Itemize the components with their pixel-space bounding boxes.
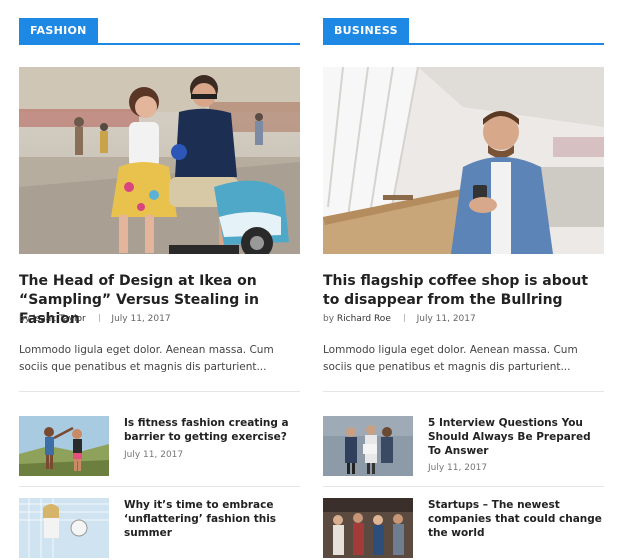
divider <box>19 391 300 392</box>
list-item-title[interactable]: 5 Interview Questions You Should Always … <box>428 416 604 458</box>
list-item-date: July 11, 2017 <box>124 450 184 460</box>
divider <box>323 391 604 392</box>
list-item[interactable]: Is fitness fashion creating a barrier to… <box>19 416 300 478</box>
featured-meta-fashion: by Isaac Taylor July 11, 2017 <box>19 314 171 324</box>
fashion-column: FASHION The Head of Design at Ikea on “S… <box>19 0 300 558</box>
post-date: July 11, 2017 <box>111 314 171 324</box>
list-item-date: July 11, 2017 <box>428 463 488 473</box>
divider <box>323 486 604 487</box>
list-item-title[interactable]: Startups – The newest companies that cou… <box>428 498 604 540</box>
list-item-title[interactable]: Why it’s time to embrace ‘unflattering’ … <box>124 498 300 540</box>
featured-meta-business: by Richard Roe July 11, 2017 <box>323 314 476 324</box>
section-header-business: BUSINESS <box>323 0 604 45</box>
featured-image-business[interactable] <box>323 67 604 254</box>
featured-image-fashion[interactable] <box>19 67 300 254</box>
post-date: July 11, 2017 <box>416 314 476 324</box>
list-item[interactable]: 5 Interview Questions You Should Always … <box>323 416 604 478</box>
meta-separator <box>403 314 405 322</box>
featured-excerpt-business: Lommodo ligula eget dolor. Aenean massa.… <box>323 344 578 373</box>
section-divider <box>19 43 300 45</box>
list-thumbnail[interactable] <box>19 416 109 476</box>
list-thumbnail[interactable] <box>323 416 413 476</box>
section-tag-business[interactable]: BUSINESS <box>323 18 409 44</box>
featured-title-business[interactable]: This flagship coffee shop is about to di… <box>323 272 604 310</box>
author-link[interactable]: Richard Roe <box>337 314 391 324</box>
section-header-fashion: FASHION <box>19 0 300 45</box>
list-thumbnail[interactable] <box>323 498 413 558</box>
list-item[interactable]: Startups – The newest companies that cou… <box>323 498 604 560</box>
by-label: by <box>323 314 335 324</box>
section-tag-fashion[interactable]: FASHION <box>19 18 98 44</box>
meta-separator <box>98 314 100 322</box>
featured-excerpt-fashion: Lommodo ligula eget dolor. Aenean massa.… <box>19 344 274 373</box>
section-divider <box>323 43 604 45</box>
by-label: by <box>19 314 31 324</box>
list-item-title[interactable]: Is fitness fashion creating a barrier to… <box>124 416 300 444</box>
author-link[interactable]: Isaac Taylor <box>33 314 86 324</box>
divider <box>19 486 300 487</box>
business-column: BUSINESS This flagship coffee shop is ab… <box>323 0 604 558</box>
list-item[interactable]: Why it’s time to embrace ‘unflattering’ … <box>19 498 300 560</box>
list-thumbnail[interactable] <box>19 498 109 558</box>
